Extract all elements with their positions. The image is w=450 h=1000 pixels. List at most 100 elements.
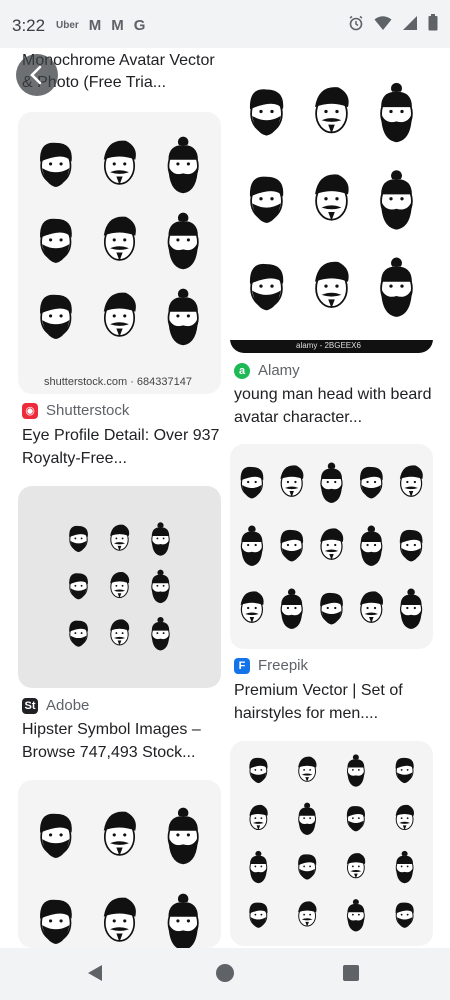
bearded-face-icon — [167, 136, 199, 194]
bearded-face-icon — [315, 174, 349, 221]
bearded-face-icon — [298, 756, 317, 782]
bearded-face-icon — [380, 82, 413, 143]
bearded-face-icon — [167, 893, 199, 948]
bearded-face-icon — [69, 525, 88, 553]
shutterstock-logo-icon: ◉ — [22, 402, 38, 419]
bearded-face-icon — [400, 588, 423, 629]
notification-icons: Uber M M G — [56, 17, 145, 34]
result-image[interactable] — [230, 741, 433, 946]
bearded-face-icon — [395, 902, 414, 928]
nav-home-icon[interactable] — [216, 964, 234, 982]
alarm-icon — [349, 15, 363, 30]
back-button[interactable] — [16, 54, 58, 96]
system-navigation-bar — [0, 948, 450, 1000]
bearded-face-icon — [69, 573, 88, 600]
source-name: Shutterstock — [46, 402, 130, 419]
bearded-face-icon — [110, 524, 130, 551]
result-title[interactable]: young man head with beard avatar charact… — [234, 383, 434, 429]
adobe-stock-logo-icon: St — [22, 697, 38, 714]
bearded-face-icon — [110, 619, 130, 646]
bearded-face-icon — [103, 140, 136, 185]
bearded-face-icon — [249, 176, 284, 223]
bearded-face-icon — [167, 807, 199, 865]
result-source[interactable]: a Alamy — [234, 362, 300, 379]
battery-icon — [428, 14, 438, 31]
bearded-face-icon — [399, 529, 423, 562]
bearded-face-icon — [103, 811, 136, 856]
beard-faces-illustration — [240, 462, 423, 629]
result-title[interactable]: Premium Vector | Set of hairstyles for m… — [234, 679, 434, 725]
bearded-face-icon — [40, 142, 72, 187]
bearded-face-icon — [249, 757, 268, 784]
bearded-face-icon — [110, 572, 130, 599]
bearded-face-icon — [360, 525, 383, 566]
bearded-face-icon — [395, 804, 414, 831]
bearded-face-icon — [346, 806, 366, 832]
chevron-left-icon — [30, 65, 42, 85]
bearded-face-icon — [249, 263, 284, 311]
system-icons — [348, 14, 438, 31]
source-name: Adobe — [46, 697, 90, 714]
bearded-face-icon — [320, 592, 343, 625]
result-image-shutterstock[interactable]: shutterstock.com · 684337147 — [18, 112, 221, 394]
bearded-face-icon — [40, 813, 72, 858]
result-title[interactable]: Hipster Symbol Images – Browse 747,493 S… — [22, 718, 222, 764]
alamy-logo-icon: a — [234, 362, 250, 379]
signal-icon — [403, 15, 417, 30]
image-watermark: shutterstock.com · 684337147 — [44, 376, 192, 388]
result-image[interactable] — [18, 780, 221, 948]
bearded-face-icon — [249, 902, 268, 928]
bearded-face-icon — [249, 850, 268, 884]
bearded-face-icon — [167, 212, 199, 270]
bearded-face-icon — [315, 261, 349, 309]
bearded-face-icon — [346, 853, 366, 879]
bearded-face-icon — [103, 216, 136, 261]
bearded-face-icon — [280, 529, 304, 562]
gmail-notification-icon: M — [88, 17, 102, 34]
beard-faces-illustration — [40, 807, 199, 948]
bearded-face-icon — [103, 897, 136, 942]
bearded-face-icon — [360, 466, 383, 499]
bearded-face-icon — [249, 804, 268, 831]
bearded-face-icon — [240, 466, 264, 499]
result-source[interactable]: F Freepik — [234, 657, 308, 674]
image-watermark: alamy - 2BGEEX6 — [296, 341, 361, 350]
bearded-face-icon — [40, 899, 72, 944]
source-name: Freepik — [258, 657, 309, 674]
result-source[interactable]: St Adobe — [22, 697, 89, 714]
source-name: Alamy — [258, 362, 300, 379]
result-title[interactable]: Eye Profile Detail: Over 937 Royalty-Fre… — [22, 424, 222, 470]
bearded-face-icon — [167, 288, 199, 346]
result-image-alamy[interactable]: alamy - 2BGEEX6 — [230, 62, 433, 353]
status-bar: 3:22 Uber M M G — [0, 0, 450, 48]
gmail-notification-icon: M — [111, 17, 124, 34]
status-time: 3:22 — [12, 16, 46, 35]
bearded-face-icon — [399, 465, 423, 497]
result-image-freepik[interactable] — [230, 444, 433, 649]
bearded-face-icon — [315, 87, 349, 134]
bearded-face-icon — [380, 257, 413, 317]
beard-faces-illustration — [69, 522, 170, 651]
bearded-face-icon — [298, 802, 317, 835]
bearded-face-icon — [346, 754, 365, 787]
beard-faces-illustration — [249, 82, 413, 317]
bearded-face-icon — [240, 591, 264, 623]
result-image-adobe[interactable] — [18, 486, 221, 688]
result-source[interactable]: ◉ Shutterstock — [22, 402, 129, 419]
bearded-face-icon — [395, 757, 414, 784]
nav-recents-icon[interactable] — [343, 965, 359, 981]
bearded-face-icon — [151, 569, 170, 604]
bearded-face-icon — [249, 89, 284, 136]
google-notification-icon: G — [133, 17, 146, 34]
bearded-face-icon — [346, 899, 365, 932]
uber-notification-icon: Uber — [56, 20, 79, 31]
bearded-face-icon — [360, 591, 383, 623]
bearded-face-icon — [40, 218, 72, 263]
bearded-face-icon — [395, 850, 414, 884]
bearded-face-icon — [298, 854, 317, 880]
beard-faces-illustration — [40, 136, 199, 346]
beard-faces-illustration — [249, 754, 414, 932]
bearded-face-icon — [298, 901, 317, 927]
bearded-face-icon — [380, 170, 413, 230]
nav-back-icon[interactable] — [86, 964, 104, 982]
